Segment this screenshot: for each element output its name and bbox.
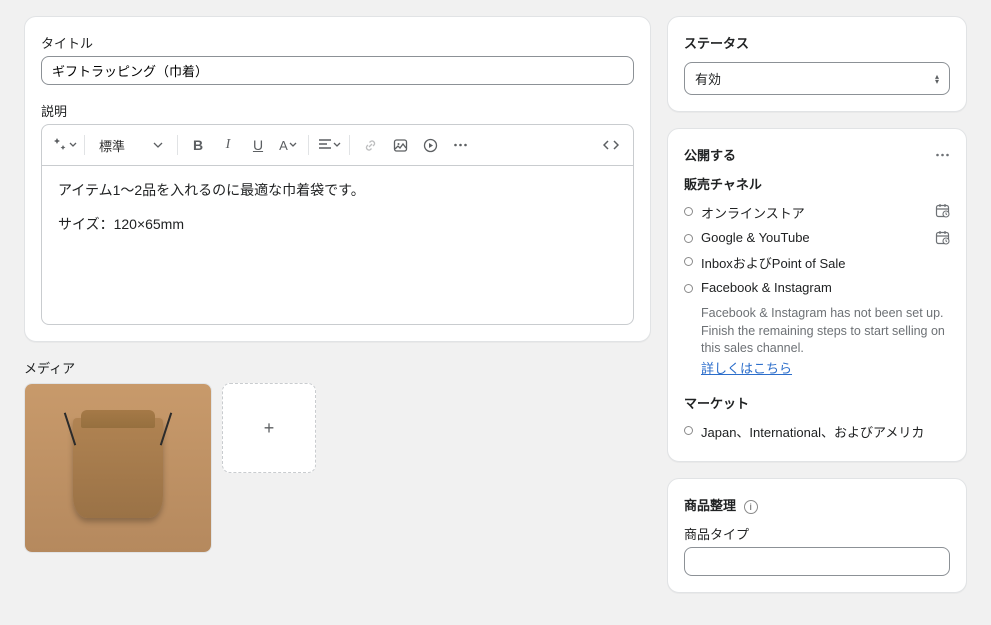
paragraph-format-select[interactable]: 標準	[91, 132, 171, 159]
info-icon[interactable]: i	[744, 500, 758, 514]
title-label: タイトル	[41, 33, 634, 52]
markets-row: Japan、International、およびアメリカ	[684, 418, 950, 445]
description-label: 説明	[41, 101, 634, 120]
learn-more-link[interactable]: 詳しくはこちら	[701, 361, 792, 376]
publish-more-icon[interactable]	[935, 153, 950, 157]
schedule-icon[interactable]	[935, 230, 950, 245]
media-thumbnail[interactable]	[24, 383, 212, 553]
channel-list: オンラインストア Google & YouTube InboxおよびPoint …	[684, 199, 950, 381]
code-view-icon[interactable]	[597, 131, 625, 159]
product-type-input[interactable]	[684, 547, 950, 576]
channel-row: InboxおよびPoint of Sale	[684, 249, 950, 276]
media-section: メディア +	[24, 358, 651, 553]
status-select[interactable]: 有効 ▴▾	[684, 62, 950, 95]
underline-icon[interactable]: U	[244, 131, 272, 159]
status-dot-icon	[684, 207, 693, 216]
plus-icon: +	[264, 418, 275, 439]
status-dot-icon	[684, 257, 693, 266]
status-heading: ステータス	[684, 33, 950, 52]
channel-row: Google & YouTube	[684, 226, 950, 249]
video-icon[interactable]	[416, 131, 444, 159]
product-type-label: 商品タイプ	[684, 524, 950, 543]
channel-name: InboxおよびPoint of Sale	[701, 253, 950, 272]
align-icon[interactable]	[315, 131, 343, 159]
editor-toolbar: 標準 B I U A	[41, 124, 634, 165]
channel-row: オンラインストア	[684, 199, 950, 226]
add-media-button[interactable]: +	[222, 383, 316, 473]
text-color-icon[interactable]: A	[274, 131, 302, 159]
schedule-icon[interactable]	[935, 203, 950, 218]
ai-sparkle-icon[interactable]	[50, 131, 78, 159]
status-dot-icon	[684, 284, 693, 293]
description-text-line: アイテム1〜2品を入れるのに最適な巾着袋です。	[58, 180, 617, 200]
markets-heading: マーケット	[684, 393, 950, 412]
media-label: メディア	[24, 358, 651, 377]
image-icon[interactable]	[386, 131, 414, 159]
publish-heading: 公開する	[684, 145, 736, 164]
channel-name: オンラインストア	[701, 203, 927, 222]
italic-icon[interactable]: I	[214, 131, 242, 159]
more-formatting-icon[interactable]	[446, 131, 474, 159]
publish-card: 公開する 販売チャネル オンラインストア Google & YouTube	[667, 128, 967, 462]
product-image	[25, 384, 211, 552]
organize-card: 商品整理 i 商品タイプ	[667, 478, 967, 593]
status-value: 有効	[695, 69, 721, 88]
link-icon[interactable]	[356, 131, 384, 159]
title-description-card: タイトル 説明 標準 B I U	[24, 16, 651, 342]
channel-setup-note: Facebook & Instagram has not been set up…	[701, 305, 950, 358]
description-editor[interactable]: アイテム1〜2品を入れるのに最適な巾着袋です。 サイズ：120×65mm	[41, 165, 634, 325]
paragraph-format-label: 標準	[99, 136, 125, 155]
status-dot-icon	[684, 234, 693, 243]
description-text-line: サイズ：120×65mm	[58, 214, 617, 234]
channel-row: Facebook & Instagram Facebook & Instagra…	[684, 276, 950, 381]
status-card: ステータス 有効 ▴▾	[667, 16, 967, 112]
channel-name: Google & YouTube	[701, 230, 927, 245]
title-input[interactable]	[41, 56, 634, 85]
markets-value: Japan、International、およびアメリカ	[701, 422, 950, 441]
organize-heading: 商品整理	[684, 498, 736, 513]
channel-name: Facebook & Instagram	[701, 280, 950, 295]
select-arrows-icon: ▴▾	[935, 74, 939, 84]
status-dot-icon	[684, 426, 693, 435]
sales-channels-heading: 販売チャネル	[684, 174, 950, 193]
bold-icon[interactable]: B	[184, 131, 212, 159]
